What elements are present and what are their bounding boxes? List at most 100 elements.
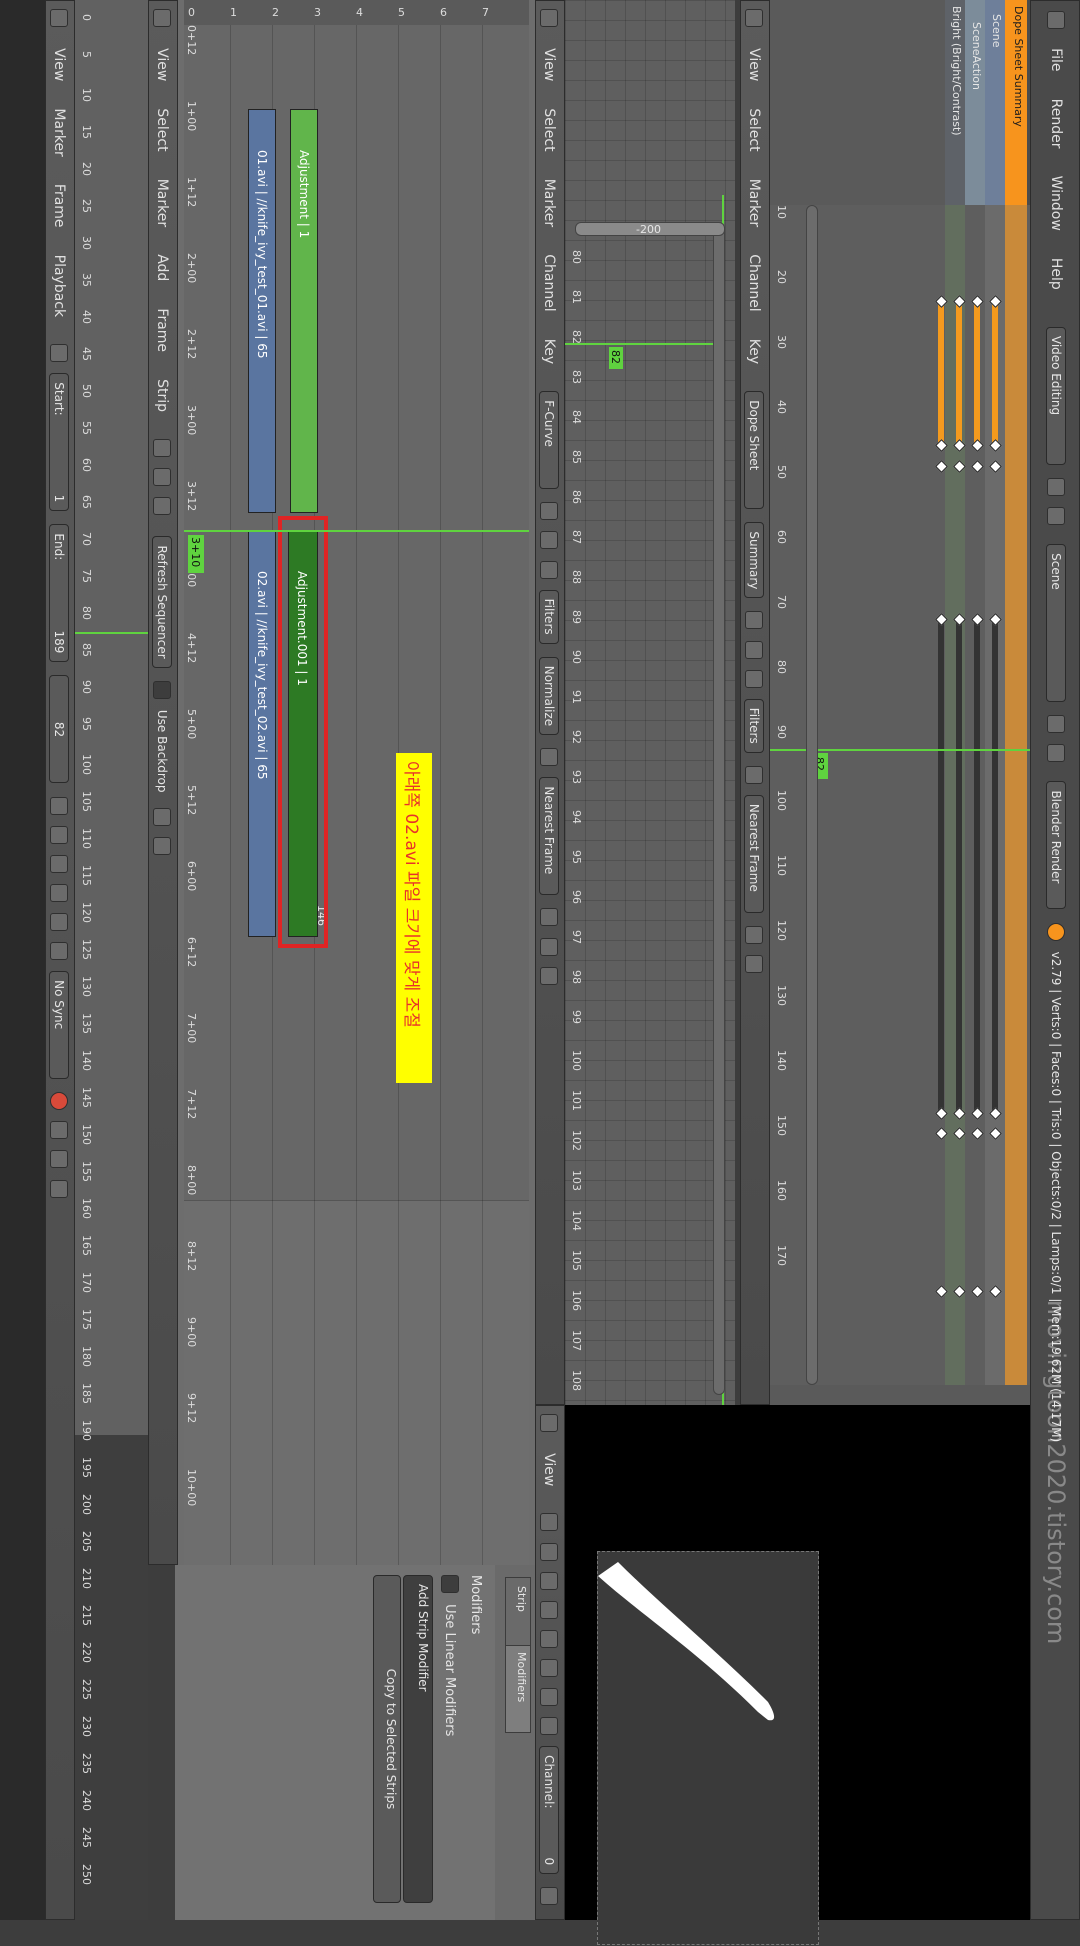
editor-type-icon[interactable]	[153, 9, 172, 27]
ge-menu-channel[interactable]: Channel	[541, 254, 557, 311]
play-icon[interactable]	[50, 883, 69, 902]
ds-summary-toggle[interactable]: Summary	[744, 522, 764, 599]
modifiers-panel-title[interactable]: Modifiers	[468, 1575, 483, 1634]
ge-menu-marker[interactable]: Marker	[541, 179, 557, 227]
next-keyframe-icon[interactable]	[50, 912, 69, 931]
sequencer-strip-area[interactable]: Adjustment | 1 01.avi | //knife_ivy_test…	[184, 25, 529, 1565]
tl-menu-view[interactable]: View	[51, 48, 67, 81]
graph-scrollbar[interactable]	[713, 225, 725, 1395]
menu-window[interactable]: Window	[1048, 176, 1064, 231]
delete-keyframe-icon[interactable]	[50, 1179, 69, 1198]
strip-adjustment-1[interactable]: Adjustment | 1	[290, 109, 318, 513]
ds-menu-select[interactable]: Select	[746, 108, 762, 151]
dopesheet-scrollbar[interactable]	[806, 205, 818, 1385]
editor-type-icon[interactable]	[745, 9, 764, 27]
overlay-icon[interactable]	[153, 497, 172, 516]
screen-layout-select[interactable]: Video Editing	[1046, 326, 1066, 465]
ge-normalize[interactable]: Normalize	[539, 656, 559, 736]
ge-filters[interactable]: Filters	[539, 589, 559, 644]
keyframe-diamond[interactable]	[971, 1127, 984, 1140]
record-icon[interactable]	[50, 1092, 69, 1111]
start-frame-field[interactable]: Start: 1	[49, 373, 69, 512]
pv-menu-view[interactable]: View	[541, 1453, 557, 1486]
paste-keys-icon[interactable]	[745, 955, 764, 974]
channel-summary[interactable]: Dope Sheet Summary	[1005, 0, 1027, 205]
menu-file[interactable]: File	[1048, 48, 1064, 71]
graph-scroll-handle[interactable]: -200	[575, 222, 725, 236]
preview-range-icon[interactable]	[50, 344, 69, 363]
ds-menu-key[interactable]: Key	[746, 339, 762, 364]
refresh-icon[interactable]	[540, 1887, 559, 1906]
ge-mode-select[interactable]: F-Curve	[539, 391, 559, 490]
view-type-icon[interactable]	[540, 1513, 559, 1532]
view-type-icon[interactable]	[153, 439, 172, 458]
editor-type-icon[interactable]	[540, 9, 559, 27]
strip-movie-02[interactable]: 02.avi | //knife_ivy_test_02.avi | 65	[248, 530, 276, 937]
search-icon[interactable]	[745, 765, 764, 784]
remove-layout-icon[interactable]	[1047, 507, 1066, 526]
menu-render[interactable]: Render	[1048, 99, 1064, 149]
keying-set-icon[interactable]	[50, 1121, 69, 1140]
add-scene-icon[interactable]	[1047, 715, 1066, 734]
ghost-curve-icon[interactable]	[540, 560, 559, 579]
dopesheet-keys-area[interactable]: 82	[770, 205, 1030, 1385]
lock-icon[interactable]	[540, 1717, 559, 1736]
editor-type-icon[interactable]	[540, 1414, 559, 1432]
camera-icon[interactable]	[153, 836, 172, 855]
use-linear-checkbox[interactable]	[441, 1575, 460, 1593]
seq-menu-add[interactable]: Add	[154, 254, 170, 281]
alpha-icon[interactable]	[540, 1658, 559, 1677]
ge-menu-view[interactable]: View	[541, 48, 557, 81]
tab-modifiers[interactable]: Modifiers	[505, 1645, 531, 1733]
tl-menu-frame[interactable]: Frame	[51, 184, 67, 228]
ds-menu-channel[interactable]: Channel	[746, 254, 762, 311]
tl-menu-marker[interactable]: Marker	[51, 108, 67, 156]
color-icon[interactable]	[540, 1629, 559, 1648]
pivot-icon[interactable]	[540, 908, 559, 927]
seq-menu-view[interactable]: View	[154, 48, 170, 81]
graph-area[interactable]: 82 -200	[565, 0, 735, 1405]
remove-scene-icon[interactable]	[1047, 744, 1066, 763]
seq-menu-frame[interactable]: Frame	[154, 308, 170, 352]
channel-sceneaction[interactable]: SceneAction	[965, 0, 985, 205]
ds-snap-select[interactable]: Nearest Frame	[744, 794, 764, 913]
keyframe-diamond[interactable]	[971, 460, 984, 473]
play-reverse-icon[interactable]	[50, 854, 69, 873]
tl-menu-playback[interactable]: Playback	[51, 255, 67, 317]
ge-menu-key[interactable]: Key	[541, 339, 557, 364]
end-frame-field[interactable]: End: 189	[49, 524, 69, 663]
sync-mode-select[interactable]: No Sync	[49, 971, 69, 1080]
insert-keyframe-icon[interactable]	[50, 1150, 69, 1169]
show-hidden-icon[interactable]	[745, 640, 764, 659]
display-mode-icon[interactable]	[540, 1542, 559, 1561]
use-linear-row[interactable]: Use Linear Modifiers	[441, 1575, 462, 1736]
prev-keyframe-icon[interactable]	[50, 825, 69, 844]
channel-bright[interactable]: Bright (Bright/Contrast)	[945, 0, 965, 205]
only-errors-icon[interactable]	[745, 669, 764, 688]
render-engine-select[interactable]: Blender Render	[1046, 781, 1066, 910]
copy-keys-icon[interactable]	[745, 926, 764, 945]
seq-menu-marker[interactable]: Marker	[154, 179, 170, 227]
ge-snap-select[interactable]: Nearest Frame	[539, 777, 559, 896]
blender-icon[interactable]	[1047, 11, 1066, 29]
graph-playhead[interactable]	[565, 343, 725, 345]
ds-menu-view[interactable]: View	[746, 48, 762, 81]
add-strip-modifier[interactable]: Add Strip Modifier	[403, 1575, 433, 1903]
copy-keys-icon[interactable]	[540, 937, 559, 956]
keyframe-diamond[interactable]	[971, 1285, 984, 1298]
lock-icon[interactable]	[153, 807, 172, 826]
channel-scene[interactable]: Scene	[985, 0, 1005, 205]
ds-menu-marker[interactable]: Marker	[746, 179, 762, 227]
refresh-icon[interactable]	[540, 748, 559, 767]
menu-help[interactable]: Help	[1048, 258, 1064, 290]
seq-menu-strip[interactable]: Strip	[154, 379, 170, 412]
use-backdrop-checkbox[interactable]	[153, 680, 172, 699]
image-icon[interactable]	[540, 1571, 559, 1590]
sequencer-playhead[interactable]	[184, 530, 529, 532]
preview-channel-field[interactable]: Channel: 0	[539, 1746, 559, 1875]
ge-menu-select[interactable]: Select	[541, 108, 557, 151]
ds-filters[interactable]: Filters	[744, 698, 764, 753]
display-mode-icon[interactable]	[153, 468, 172, 487]
only-selected-icon[interactable]	[745, 611, 764, 630]
only-selected-icon[interactable]	[540, 502, 559, 521]
